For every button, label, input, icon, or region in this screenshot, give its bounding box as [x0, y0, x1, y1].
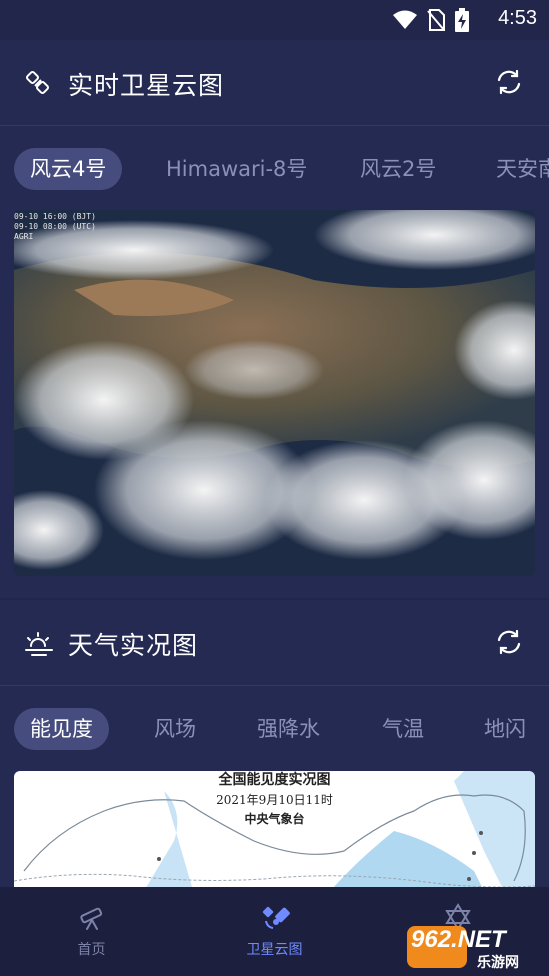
partly-sunny-icon: [25, 632, 53, 656]
tab-fengyun-4[interactable]: 风云4号: [14, 148, 123, 190]
tab-tiananmen[interactable]: 天安南: [496, 148, 549, 190]
visibility-map-image[interactable]: 全国能见度实况图 2021年9月10日11时 中央气象台: [14, 771, 535, 887]
no-sim-icon: [427, 9, 445, 31]
watermark-brand: 962.NET: [411, 926, 506, 953]
nav-home[interactable]: 首页: [0, 887, 183, 976]
map-source: 中央气象台: [244, 812, 305, 826]
wifi-icon: [393, 10, 417, 29]
satellite-dish-icon: [25, 70, 50, 95]
tab-heavy-rain[interactable]: 强降水: [257, 708, 320, 750]
nav-satellite-label: 卫星云图: [246, 942, 303, 958]
weather-card-title: 天气实况图: [68, 631, 199, 660]
nav-satellite[interactable]: 卫星云图: [183, 887, 366, 976]
nav-home-label: 首页: [77, 942, 106, 958]
weather-card-header: 天气实况图: [0, 600, 549, 686]
tab-himawari-8[interactable]: Himawari-8号: [166, 148, 307, 190]
refresh-icon[interactable]: [495, 68, 523, 96]
map-title: 全国能见度实况图: [218, 772, 331, 788]
satellite-card-title: 实时卫星云图: [68, 71, 225, 100]
satellite-tabs: 风云4号 Himawari-8号 风云2号 天安南: [0, 148, 549, 190]
tab-fengyun-2[interactable]: 风云2号: [360, 148, 436, 190]
watermark-sub: 乐游网: [477, 955, 519, 971]
tab-wind-field[interactable]: 风场: [154, 708, 196, 750]
refresh-icon[interactable]: [495, 628, 523, 656]
bottom-nav: 首页 卫星云图 962.NET 乐游网: [0, 887, 549, 976]
stamp-sensor: AGRI: [14, 232, 34, 241]
status-icons: [393, 8, 469, 32]
battery-charging-icon: [455, 8, 469, 32]
tab-lightning[interactable]: 地闪: [484, 708, 526, 750]
satellite-image-stamp: 09-10 16:00 (BJT) 09-10 08:00 (UTC) AGRI: [14, 212, 96, 242]
satellite-cloud-image[interactable]: 09-10 16:00 (BJT) 09-10 08:00 (UTC) AGRI: [14, 210, 535, 576]
weather-card: 天气实况图 能见度 风场 强降水 气温 地闪 全国能见度实况图 2021年9月1…: [0, 600, 549, 887]
satellite-icon: [262, 906, 290, 929]
tab-temperature[interactable]: 气温: [382, 708, 424, 750]
watermark-logo: 962.NET 乐游网: [405, 924, 545, 972]
weather-tabs: 能见度 风场 强降水 气温 地闪: [0, 708, 549, 750]
telescope-icon: [80, 907, 103, 930]
satellite-image-graphic: [14, 210, 535, 576]
map-date: 2021年9月10日11时: [216, 793, 333, 807]
tab-visibility[interactable]: 能见度: [14, 708, 109, 750]
stamp-utc: 09-10 08:00 (UTC): [14, 222, 96, 231]
status-time: 4:53: [498, 7, 537, 29]
status-bar: 4:53: [0, 0, 549, 40]
satellite-card: 实时卫星云图 风云4号 Himawari-8号 风云2号 天安南 09-10 1…: [0, 40, 549, 598]
satellite-card-header: 实时卫星云图: [0, 40, 549, 126]
stamp-bjt: 09-10 16:00 (BJT): [14, 212, 96, 221]
